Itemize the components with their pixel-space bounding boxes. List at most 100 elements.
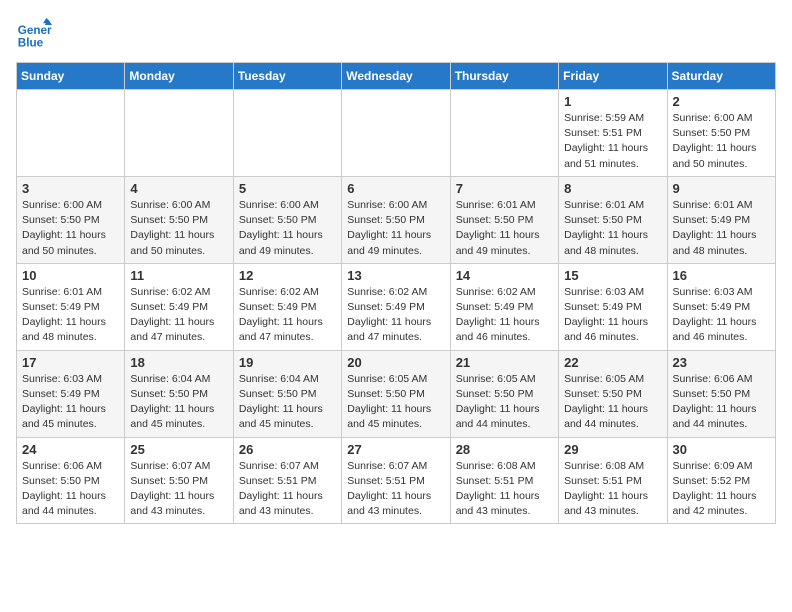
calendar-cell: 7 Sunrise: 6:01 AM Sunset: 5:50 PM Daylig… xyxy=(450,176,558,263)
weekday-header-saturday: Saturday xyxy=(667,63,775,90)
calendar-cell: 12Sunrise: 6:02 AM Sunset: 5:49 PM Dayli… xyxy=(233,263,341,350)
day-info: Sunrise: 6:03 AM Sunset: 5:49 PM Dayligh… xyxy=(564,285,661,346)
day-info: Sunrise: 6:07 AM Sunset: 5:51 PM Dayligh… xyxy=(239,459,336,520)
day-info: Sunrise: 6:02 AM Sunset: 5:49 PM Dayligh… xyxy=(130,285,227,346)
day-number: 17 xyxy=(22,355,119,370)
day-number: 2 xyxy=(673,94,770,109)
day-info: Sunrise: 6:03 AM Sunset: 5:49 PM Dayligh… xyxy=(22,372,119,433)
calendar-cell: 21 Sunrise: 6:05 AM Sunset: 5:50 PM Dayli… xyxy=(450,350,558,437)
day-number: 14 xyxy=(456,268,553,283)
weekday-header-tuesday: Tuesday xyxy=(233,63,341,90)
day-info: Sunrise: 6:02 AM Sunset: 5:49 PM Dayligh… xyxy=(347,285,444,346)
day-number: 6 xyxy=(347,181,444,196)
calendar-cell: 1Sunrise: 5:59 AM Sunset: 5:51 PM Daylig… xyxy=(559,90,667,177)
calendar-cell: 22 Sunrise: 6:05 AM Sunset: 5:50 PM Dayli… xyxy=(559,350,667,437)
day-info: Sunrise: 6:05 AM Sunset: 5:50 PM Dayligh… xyxy=(347,372,444,433)
day-info: Sunrise: 6:01 AM Sunset: 5:49 PM Dayligh… xyxy=(673,198,770,259)
calendar-table: SundayMondayTuesdayWednesdayThursdayFrid… xyxy=(16,62,776,524)
day-number: 29 xyxy=(564,442,661,457)
day-number: 4 xyxy=(130,181,227,196)
calendar-cell: 17 Sunrise: 6:03 AM Sunset: 5:49 PM Dayli… xyxy=(17,350,125,437)
day-info: Sunrise: 6:00 AM Sunset: 5:50 PM Dayligh… xyxy=(130,198,227,259)
day-number: 1 xyxy=(564,94,661,109)
day-number: 19 xyxy=(239,355,336,370)
calendar-cell: 25 Sunrise: 6:07 AM Sunset: 5:50 PM Dayli… xyxy=(125,437,233,524)
day-number: 28 xyxy=(456,442,553,457)
calendar-cell: 27 Sunrise: 6:07 AM Sunset: 5:51 PM Dayli… xyxy=(342,437,450,524)
calendar-cell: 26 Sunrise: 6:07 AM Sunset: 5:51 PM Dayli… xyxy=(233,437,341,524)
calendar-cell: 5 Sunrise: 6:00 AM Sunset: 5:50 PM Daylig… xyxy=(233,176,341,263)
day-info: Sunrise: 6:00 AM Sunset: 5:50 PM Dayligh… xyxy=(22,198,119,259)
day-number: 18 xyxy=(130,355,227,370)
calendar-cell: 18Sunrise: 6:04 AM Sunset: 5:50 PM Dayli… xyxy=(125,350,233,437)
calendar-cell: 8Sunrise: 6:01 AM Sunset: 5:50 PM Daylig… xyxy=(559,176,667,263)
calendar-cell: 11 Sunrise: 6:02 AM Sunset: 5:49 PM Dayli… xyxy=(125,263,233,350)
calendar-cell: 20 Sunrise: 6:05 AM Sunset: 5:50 PM Dayli… xyxy=(342,350,450,437)
calendar-cell: 30 Sunrise: 6:09 AM Sunset: 5:52 PM Dayli… xyxy=(667,437,775,524)
day-info: Sunrise: 6:02 AM Sunset: 5:49 PM Dayligh… xyxy=(456,285,553,346)
calendar-cell: 24 Sunrise: 6:06 AM Sunset: 5:50 PM Dayli… xyxy=(17,437,125,524)
day-number: 22 xyxy=(564,355,661,370)
svg-text:General: General xyxy=(18,24,52,37)
day-number: 11 xyxy=(130,268,227,283)
day-info: Sunrise: 6:00 AM Sunset: 5:50 PM Dayligh… xyxy=(673,111,770,172)
logo: General Blue xyxy=(16,16,56,52)
day-number: 20 xyxy=(347,355,444,370)
calendar-cell: 15 Sunrise: 6:03 AM Sunset: 5:49 PM Dayli… xyxy=(559,263,667,350)
day-number: 24 xyxy=(22,442,119,457)
calendar-cell: 6 Sunrise: 6:00 AM Sunset: 5:50 PM Daylig… xyxy=(342,176,450,263)
day-info: Sunrise: 6:00 AM Sunset: 5:50 PM Dayligh… xyxy=(347,198,444,259)
day-info: Sunrise: 6:05 AM Sunset: 5:50 PM Dayligh… xyxy=(564,372,661,433)
day-info: Sunrise: 6:06 AM Sunset: 5:50 PM Dayligh… xyxy=(22,459,119,520)
day-info: Sunrise: 6:04 AM Sunset: 5:50 PM Dayligh… xyxy=(239,372,336,433)
day-info: Sunrise: 6:09 AM Sunset: 5:52 PM Dayligh… xyxy=(673,459,770,520)
day-number: 3 xyxy=(22,181,119,196)
calendar-cell: 4 Sunrise: 6:00 AM Sunset: 5:50 PM Daylig… xyxy=(125,176,233,263)
day-info: Sunrise: 6:01 AM Sunset: 5:50 PM Dayligh… xyxy=(456,198,553,259)
calendar-cell xyxy=(450,90,558,177)
weekday-header-monday: Monday xyxy=(125,63,233,90)
calendar-cell: 19 Sunrise: 6:04 AM Sunset: 5:50 PM Dayli… xyxy=(233,350,341,437)
day-number: 25 xyxy=(130,442,227,457)
weekday-header-sunday: Sunday xyxy=(17,63,125,90)
day-number: 16 xyxy=(673,268,770,283)
day-info: Sunrise: 6:07 AM Sunset: 5:50 PM Dayligh… xyxy=(130,459,227,520)
calendar-cell: 9 Sunrise: 6:01 AM Sunset: 5:49 PM Daylig… xyxy=(667,176,775,263)
weekday-header-thursday: Thursday xyxy=(450,63,558,90)
calendar-cell: 16 Sunrise: 6:03 AM Sunset: 5:49 PM Dayli… xyxy=(667,263,775,350)
calendar-header: SundayMondayTuesdayWednesdayThursdayFrid… xyxy=(17,63,776,90)
weekday-header-friday: Friday xyxy=(559,63,667,90)
calendar-cell xyxy=(233,90,341,177)
day-info: Sunrise: 6:07 AM Sunset: 5:51 PM Dayligh… xyxy=(347,459,444,520)
day-info: Sunrise: 6:01 AM Sunset: 5:49 PM Dayligh… xyxy=(22,285,119,346)
calendar-cell: 29 Sunrise: 6:08 AM Sunset: 5:51 PM Dayli… xyxy=(559,437,667,524)
calendar-cell xyxy=(342,90,450,177)
logo-icon: General Blue xyxy=(16,16,52,52)
day-info: Sunrise: 6:02 AM Sunset: 5:49 PM Dayligh… xyxy=(239,285,336,346)
day-number: 7 xyxy=(456,181,553,196)
day-number: 21 xyxy=(456,355,553,370)
calendar-cell: 14 Sunrise: 6:02 AM Sunset: 5:49 PM Dayli… xyxy=(450,263,558,350)
day-number: 13 xyxy=(347,268,444,283)
day-info: Sunrise: 6:03 AM Sunset: 5:49 PM Dayligh… xyxy=(673,285,770,346)
calendar-cell: 28 Sunrise: 6:08 AM Sunset: 5:51 PM Dayli… xyxy=(450,437,558,524)
calendar-cell xyxy=(17,90,125,177)
day-number: 15 xyxy=(564,268,661,283)
day-number: 8 xyxy=(564,181,661,196)
svg-text:Blue: Blue xyxy=(18,37,44,50)
day-info: Sunrise: 6:00 AM Sunset: 5:50 PM Dayligh… xyxy=(239,198,336,259)
calendar-cell: 23Sunrise: 6:06 AM Sunset: 5:50 PM Dayli… xyxy=(667,350,775,437)
day-info: Sunrise: 6:08 AM Sunset: 5:51 PM Dayligh… xyxy=(564,459,661,520)
day-number: 23 xyxy=(673,355,770,370)
calendar-cell: 3 Sunrise: 6:00 AM Sunset: 5:50 PM Daylig… xyxy=(17,176,125,263)
day-number: 5 xyxy=(239,181,336,196)
day-info: Sunrise: 6:05 AM Sunset: 5:50 PM Dayligh… xyxy=(456,372,553,433)
day-number: 30 xyxy=(673,442,770,457)
day-number: 9 xyxy=(673,181,770,196)
calendar-cell: 10Sunrise: 6:01 AM Sunset: 5:49 PM Dayli… xyxy=(17,263,125,350)
day-number: 27 xyxy=(347,442,444,457)
day-info: Sunrise: 6:08 AM Sunset: 5:51 PM Dayligh… xyxy=(456,459,553,520)
weekday-header-wednesday: Wednesday xyxy=(342,63,450,90)
calendar-cell: 13 Sunrise: 6:02 AM Sunset: 5:49 PM Dayli… xyxy=(342,263,450,350)
day-number: 26 xyxy=(239,442,336,457)
